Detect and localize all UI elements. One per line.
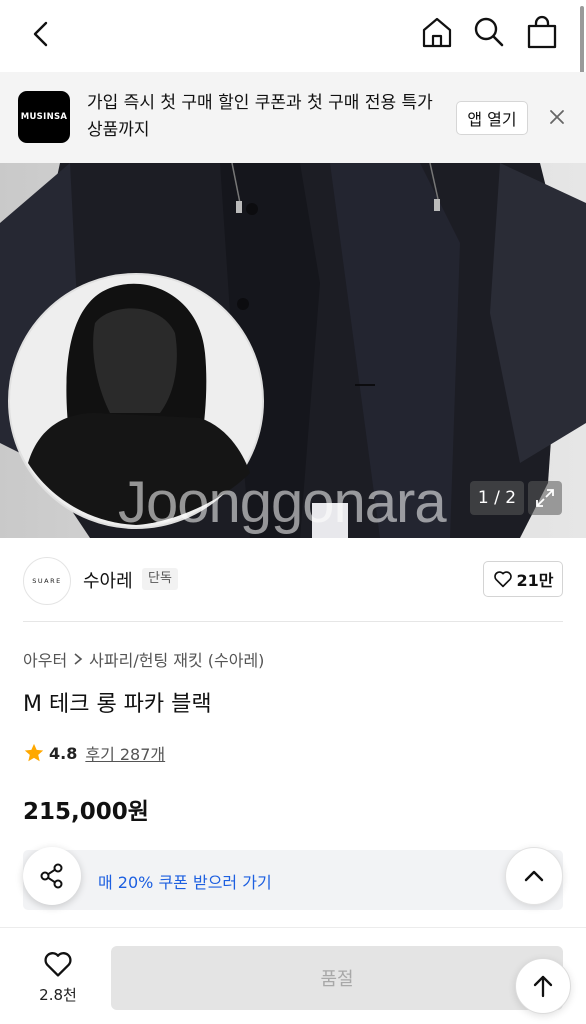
heart-icon bbox=[44, 952, 72, 977]
wishlist-count: 2.8천 bbox=[39, 986, 77, 1004]
share-button[interactable] bbox=[23, 847, 81, 905]
breadcrumb: 아우터 사파리/헌팅 재킷 (수아레) bbox=[23, 647, 264, 671]
divider bbox=[23, 621, 563, 622]
share-icon bbox=[40, 863, 63, 889]
chevron-left-icon[interactable] bbox=[26, 18, 58, 50]
expand-button[interactable] bbox=[528, 481, 562, 515]
coupon-text[interactable]: 매 20% 쿠폰 받으러 가기 bbox=[98, 869, 272, 893]
banner-message: 가입 즉시 첫 구매 할인 쿠폰과 첫 구매 전용 특가 상품까지 bbox=[87, 93, 433, 140]
watermark: Joonggonara bbox=[118, 470, 447, 535]
brand-like-button[interactable]: 21만 bbox=[483, 561, 563, 597]
coupon-banner[interactable]: 매 20% 쿠폰 받으러 가기 bbox=[23, 850, 563, 910]
product-title: M 테크 롱 파카 블랙 bbox=[23, 692, 212, 717]
brand-like-count: 21만 bbox=[516, 571, 554, 590]
breadcrumb-category[interactable]: 아우터 bbox=[23, 647, 67, 671]
heart-icon bbox=[493, 571, 512, 588]
chevron-up-icon bbox=[524, 870, 544, 882]
scroll-to-top-button[interactable] bbox=[515, 958, 571, 1014]
exclusive-badge: 단독 bbox=[142, 568, 178, 590]
review-link[interactable]: 후기 287개 bbox=[85, 741, 165, 765]
musinsa-logo: MUSINSA bbox=[18, 91, 70, 143]
breadcrumb-subcategory[interactable]: 사파리/헌팅 재킷 (수아레) bbox=[89, 647, 264, 671]
top-nav-bar bbox=[0, 0, 586, 74]
collapse-button[interactable] bbox=[505, 847, 563, 905]
app-install-banner: MUSINSA 가입 즉시 첫 구매 할인 쿠폰과 첫 구매 전용 특가 상품까… bbox=[0, 72, 586, 163]
expand-icon bbox=[536, 489, 554, 507]
chevron-right-icon bbox=[74, 653, 83, 665]
image-counter: 1 / 2 bbox=[470, 481, 524, 515]
sold-out-button[interactable]: 품절 bbox=[111, 946, 563, 1010]
home-icon[interactable] bbox=[420, 15, 454, 49]
brand-logo[interactable]: SUARE bbox=[23, 557, 71, 605]
search-icon[interactable] bbox=[473, 16, 505, 48]
product-rating: 4.8 후기 287개 bbox=[23, 741, 165, 765]
scrollbar[interactable] bbox=[580, 6, 584, 74]
star-icon bbox=[24, 743, 44, 762]
shopping-bag-icon[interactable] bbox=[526, 15, 558, 49]
brand-name[interactable]: 수아레 bbox=[83, 567, 133, 593]
bottom-action-bar: 2.8천 품절 bbox=[0, 927, 586, 1024]
close-icon[interactable] bbox=[548, 108, 566, 126]
rating-score: 4.8 bbox=[49, 743, 78, 763]
arrow-up-icon bbox=[533, 975, 553, 998]
wishlist-button[interactable]: 2.8천 bbox=[23, 950, 93, 1005]
open-app-button[interactable]: 앱 열기 bbox=[456, 101, 528, 135]
product-image-carousel[interactable]: Joonggonara 1 / 2 bbox=[0, 163, 586, 538]
product-price: 215,000원 bbox=[23, 799, 149, 825]
brand-row: SUARE 수아레 단독 21만 bbox=[0, 538, 586, 622]
